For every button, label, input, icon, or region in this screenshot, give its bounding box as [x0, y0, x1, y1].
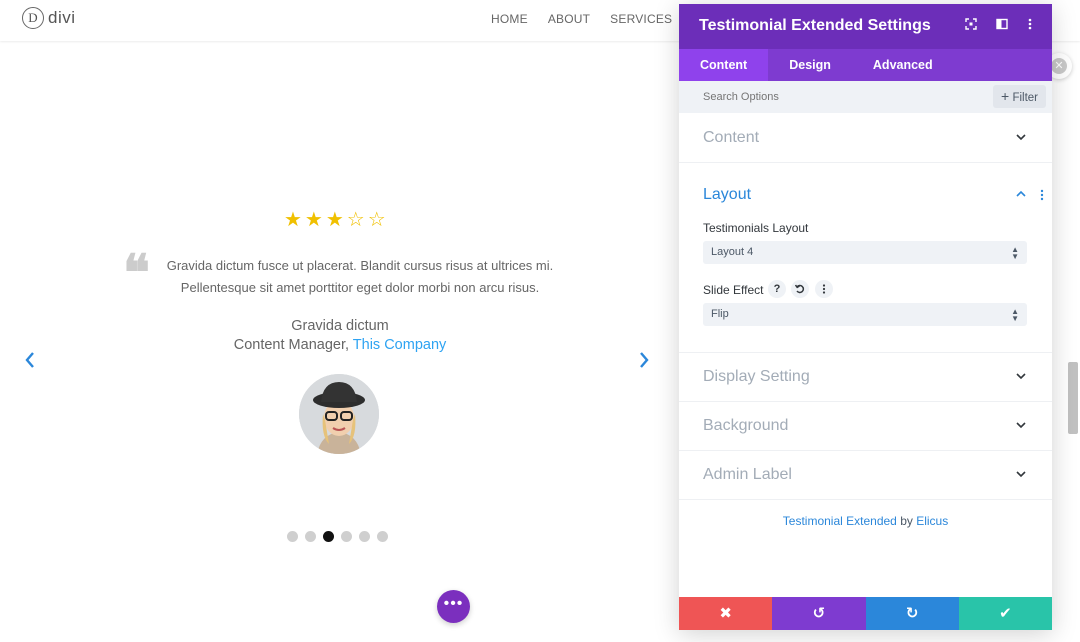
site-logo[interactable]: D divi	[22, 7, 76, 29]
section-menu-icon[interactable]	[1040, 189, 1044, 201]
chevron-down-icon	[1016, 134, 1026, 144]
chevron-up-icon[interactable]	[1016, 190, 1026, 200]
panel-menu-icon[interactable]	[1023, 18, 1037, 32]
section-content[interactable]: Content	[679, 113, 1052, 163]
panel-header[interactable]: Testimonial Extended Settings	[679, 4, 1052, 49]
undo-button[interactable]: ↺	[772, 597, 866, 630]
product-link[interactable]: Testimonial Extended	[783, 514, 897, 528]
slider-dot[interactable]	[377, 531, 388, 542]
author-company-link[interactable]: This Company	[353, 337, 446, 353]
tab-advanced[interactable]: Advanced	[852, 49, 954, 81]
chevron-down-icon	[1016, 373, 1026, 383]
section-layout: Layout Testimonials Layout Layout 4 ▲ ▼ S…	[679, 163, 1052, 353]
slider-dot[interactable]	[305, 531, 316, 542]
chevron-down-icon	[1016, 422, 1026, 432]
section-title-background: Background	[703, 417, 789, 434]
nav-home[interactable]: HOME	[491, 12, 528, 26]
save-button[interactable]: ✔	[958, 597, 1052, 630]
reset-icon[interactable]	[791, 280, 809, 298]
slider-dot[interactable]	[359, 531, 370, 542]
testimonials-layout-label: Testimonials Layout	[703, 221, 809, 235]
author-role: Content Manager, This Company	[200, 337, 480, 353]
slider-dot[interactable]	[323, 531, 334, 542]
select-arrows-icon: ▲ ▼	[1011, 245, 1019, 261]
more-options-button[interactable]: •••	[437, 590, 470, 623]
section-display-setting[interactable]: Display Setting	[679, 353, 1052, 402]
select-arrows-icon: ▲ ▼	[1011, 307, 1019, 323]
chevron-down-icon	[1016, 471, 1026, 481]
star-rating: ★★★☆☆	[284, 209, 389, 231]
testimonials-layout-select[interactable]: Layout 4 ▲ ▼	[703, 241, 1027, 264]
section-title-layout[interactable]: Layout	[703, 186, 751, 204]
author-job: Content Manager,	[233, 337, 353, 353]
panel-tabs: Content Design Advanced	[679, 49, 1052, 81]
section-admin-label[interactable]: Admin Label	[679, 451, 1052, 500]
prev-arrow-icon[interactable]	[24, 350, 36, 376]
author-link[interactable]: Elicus	[916, 514, 948, 528]
testimonials-layout-value: Layout 4	[711, 246, 754, 258]
module-credit: Testimonial Extended by Elicus	[679, 514, 1052, 528]
redo-button[interactable]: ↻	[865, 597, 959, 630]
slider-dots	[287, 531, 388, 542]
nav-about[interactable]: ABOUT	[548, 12, 590, 26]
discard-button[interactable]: ✖	[679, 597, 773, 630]
slide-effect-label: Slide Effect	[703, 283, 764, 297]
section-background[interactable]: Background	[679, 402, 1052, 451]
next-arrow-icon[interactable]	[638, 350, 650, 376]
help-icon[interactable]: ?	[768, 280, 786, 298]
panel-title: Testimonial Extended Settings	[699, 17, 931, 34]
search-row: + Filter	[679, 81, 1052, 113]
section-title-admin: Admin Label	[703, 466, 792, 483]
logo-text: divi	[48, 8, 76, 27]
nav-services[interactable]: SERVICES	[610, 12, 672, 26]
logo-mark: D	[22, 7, 44, 29]
author-name: Gravida dictum	[291, 318, 389, 334]
filter-button[interactable]: + Filter	[993, 85, 1046, 108]
settings-panel: Testimonial Extended Settings Content De…	[679, 4, 1052, 630]
slider-dot[interactable]	[341, 531, 352, 542]
tab-content[interactable]: Content	[679, 49, 769, 81]
slide-effect-select[interactable]: Flip ▲ ▼	[703, 303, 1027, 326]
section-title-display: Display Setting	[703, 368, 810, 385]
plus-icon: +	[1001, 88, 1010, 104]
tab-design[interactable]: Design	[768, 49, 852, 81]
testimonial-quote: Gravida dictum fusce ut placerat. Blandi…	[166, 258, 554, 295]
search-options-input[interactable]	[703, 91, 903, 103]
panel-footer: ✖ ↺ ↻ ✔	[679, 597, 1052, 630]
slide-effect-value: Flip	[711, 308, 729, 320]
slider-dot[interactable]	[287, 531, 298, 542]
dock-panel-icon[interactable]	[995, 18, 1009, 32]
section-title-content: Content	[703, 129, 760, 146]
main-nav: HOME ABOUT SERVICES P	[491, 12, 700, 26]
author-avatar	[299, 374, 379, 454]
page-scrollbar-thumb[interactable]	[1068, 362, 1078, 434]
filter-label: Filter	[1012, 92, 1038, 104]
credit-by: by	[896, 514, 917, 528]
close-icon: ✕	[1051, 58, 1067, 74]
field-menu-icon[interactable]	[815, 280, 833, 298]
fullscreen-icon[interactable]	[964, 18, 978, 32]
